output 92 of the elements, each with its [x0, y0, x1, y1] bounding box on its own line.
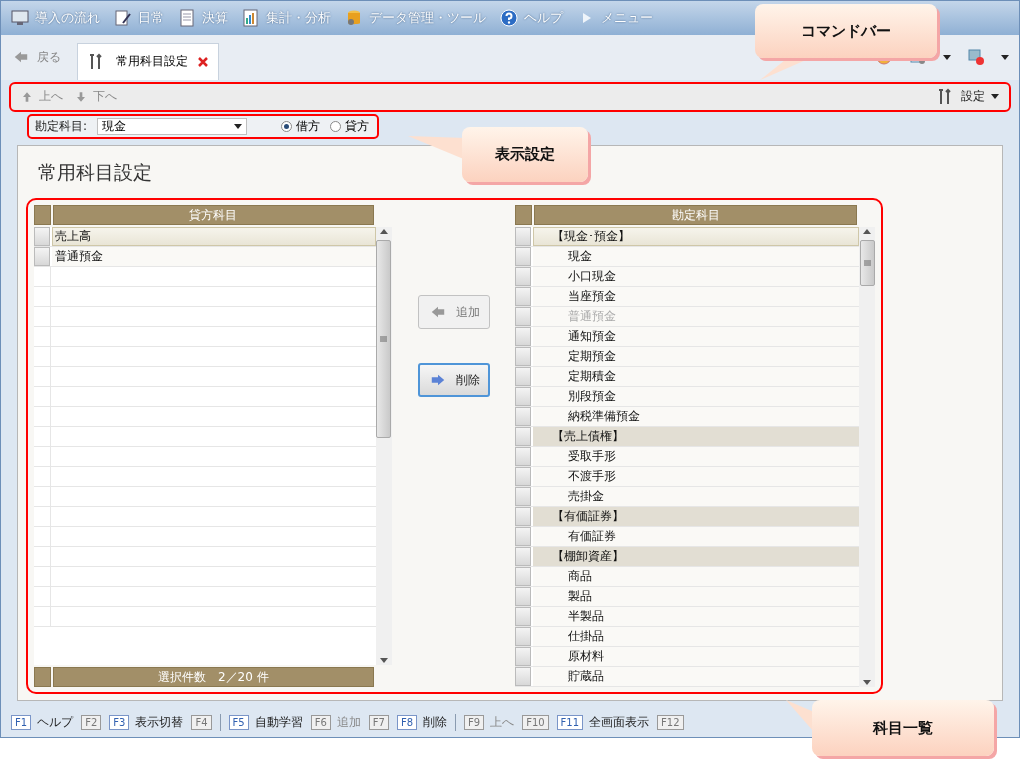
- table-cell[interactable]: 小口現金: [533, 267, 859, 287]
- row-selector[interactable]: [515, 267, 532, 287]
- row-selector[interactable]: [34, 247, 50, 267]
- grip-icon: [863, 260, 871, 267]
- caret-icon: [234, 124, 243, 130]
- radio-icon[interactable]: [281, 121, 293, 133]
- row-selector[interactable]: [515, 327, 532, 347]
- tab[interactable]: 常用科目設定: [77, 42, 219, 80]
- row-selector[interactable]: [515, 367, 532, 387]
- table-cell[interactable]: 仕掛品: [533, 627, 859, 647]
- header-stub: [34, 205, 51, 226]
- row-selector[interactable]: [515, 587, 532, 607]
- row-selector[interactable]: [515, 347, 532, 367]
- group-cell[interactable]: 【現金･預金】: [533, 227, 859, 247]
- function-key[interactable]: F5 自動学習: [228, 713, 303, 731]
- table-cell[interactable]: 普通預金: [52, 247, 376, 267]
- row-selector[interactable]: [515, 307, 532, 327]
- table-cell[interactable]: 定期預金: [533, 347, 859, 367]
- row-selector[interactable]: [515, 227, 532, 247]
- function-key[interactable]: F8 削除: [396, 713, 447, 731]
- scroll-down-icon[interactable]: [863, 680, 871, 686]
- row-selector[interactable]: [515, 407, 532, 427]
- callout: コマンドバー: [755, 4, 937, 58]
- footer-stub: [34, 667, 51, 688]
- radio-icon[interactable]: [330, 121, 342, 133]
- table-cell[interactable]: 定期積金: [533, 367, 859, 387]
- row-selector[interactable]: [515, 567, 532, 587]
- row-selector[interactable]: [515, 447, 532, 467]
- field-label: 勘定科目:: [35, 118, 88, 136]
- radio-option[interactable]: 貸方: [330, 118, 370, 136]
- row-selector[interactable]: [34, 227, 50, 247]
- row-selector[interactable]: [515, 607, 532, 627]
- database-icon: [345, 8, 363, 27]
- column-header: 勘定科目: [534, 205, 857, 226]
- row-selector[interactable]: [515, 387, 532, 407]
- caret-icon: [1001, 54, 1009, 60]
- window-close-icon: [967, 48, 985, 67]
- computer-icon: [11, 8, 29, 27]
- row-selector[interactable]: [515, 507, 532, 527]
- scroll-down-icon[interactable]: [379, 658, 388, 664]
- header-stub: [515, 205, 533, 226]
- table-cell[interactable]: 売掛金: [533, 487, 859, 507]
- function-key[interactable]: F3 表示切替: [109, 713, 184, 731]
- row-selector[interactable]: [515, 247, 532, 267]
- grip-icon: [380, 336, 388, 343]
- row-selector[interactable]: [515, 427, 532, 447]
- table-cell[interactable]: 製品: [533, 587, 859, 607]
- row-selector[interactable]: [515, 287, 532, 307]
- row-selector[interactable]: [515, 627, 532, 647]
- row-selector[interactable]: [515, 647, 532, 667]
- table-cell[interactable]: 商品: [533, 567, 859, 587]
- close-icon[interactable]: [198, 56, 208, 67]
- table-cell[interactable]: 貯蔵品: [533, 667, 859, 687]
- settings-button[interactable]: 設定: [937, 87, 999, 106]
- action-button[interactable]: 削除: [417, 363, 490, 398]
- page-title: 常用科目設定: [38, 160, 152, 186]
- table-cell[interactable]: 半製品: [533, 607, 859, 627]
- row-selector[interactable]: [515, 487, 532, 507]
- account-dropdown[interactable]: 現金: [97, 118, 248, 136]
- group-cell[interactable]: 【売上債権】: [533, 427, 859, 447]
- table-cell[interactable]: 不渡手形: [533, 467, 859, 487]
- row-selector[interactable]: [515, 667, 532, 687]
- selection-count: 選択件数 2／20 件: [53, 667, 374, 688]
- scroll-up-icon[interactable]: [379, 229, 388, 235]
- document-pen-icon: [114, 8, 132, 27]
- caret-icon: [943, 54, 951, 60]
- column-header: 貸方科目: [53, 205, 374, 226]
- group-cell[interactable]: 【有価証券】: [533, 507, 859, 527]
- row-selector[interactable]: [515, 547, 532, 567]
- table-cell[interactable]: 受取手形: [533, 447, 859, 467]
- function-key[interactable]: F11 全画面表示: [556, 713, 650, 731]
- callout: 表示設定: [462, 127, 588, 182]
- table-cell[interactable]: 原材料: [533, 647, 859, 667]
- table-cell[interactable]: 通知預金: [533, 327, 859, 347]
- table-cell[interactable]: 有価証券: [533, 527, 859, 547]
- table-cell[interactable]: 別段預金: [533, 387, 859, 407]
- row-selector[interactable]: [515, 527, 532, 547]
- table-cell[interactable]: 売上高: [52, 227, 376, 247]
- table-cell[interactable]: 納税準備預金: [533, 407, 859, 427]
- group-cell[interactable]: 【棚卸資産】: [533, 547, 859, 567]
- help-icon: [500, 8, 518, 27]
- scrollbar[interactable]: [859, 227, 875, 688]
- document-icon: [178, 8, 196, 27]
- scroll-up-icon[interactable]: [863, 229, 871, 235]
- row-selector[interactable]: [515, 467, 532, 487]
- bar-chart-icon: [242, 8, 260, 27]
- caret-icon: [991, 94, 999, 100]
- table-cell[interactable]: 現金: [533, 247, 859, 267]
- function-key[interactable]: F1 ヘルプ: [11, 713, 74, 731]
- radio-option[interactable]: 借方: [281, 118, 321, 136]
- table-cell[interactable]: 当座預金: [533, 287, 859, 307]
- callout: 科目一覧: [812, 700, 994, 756]
